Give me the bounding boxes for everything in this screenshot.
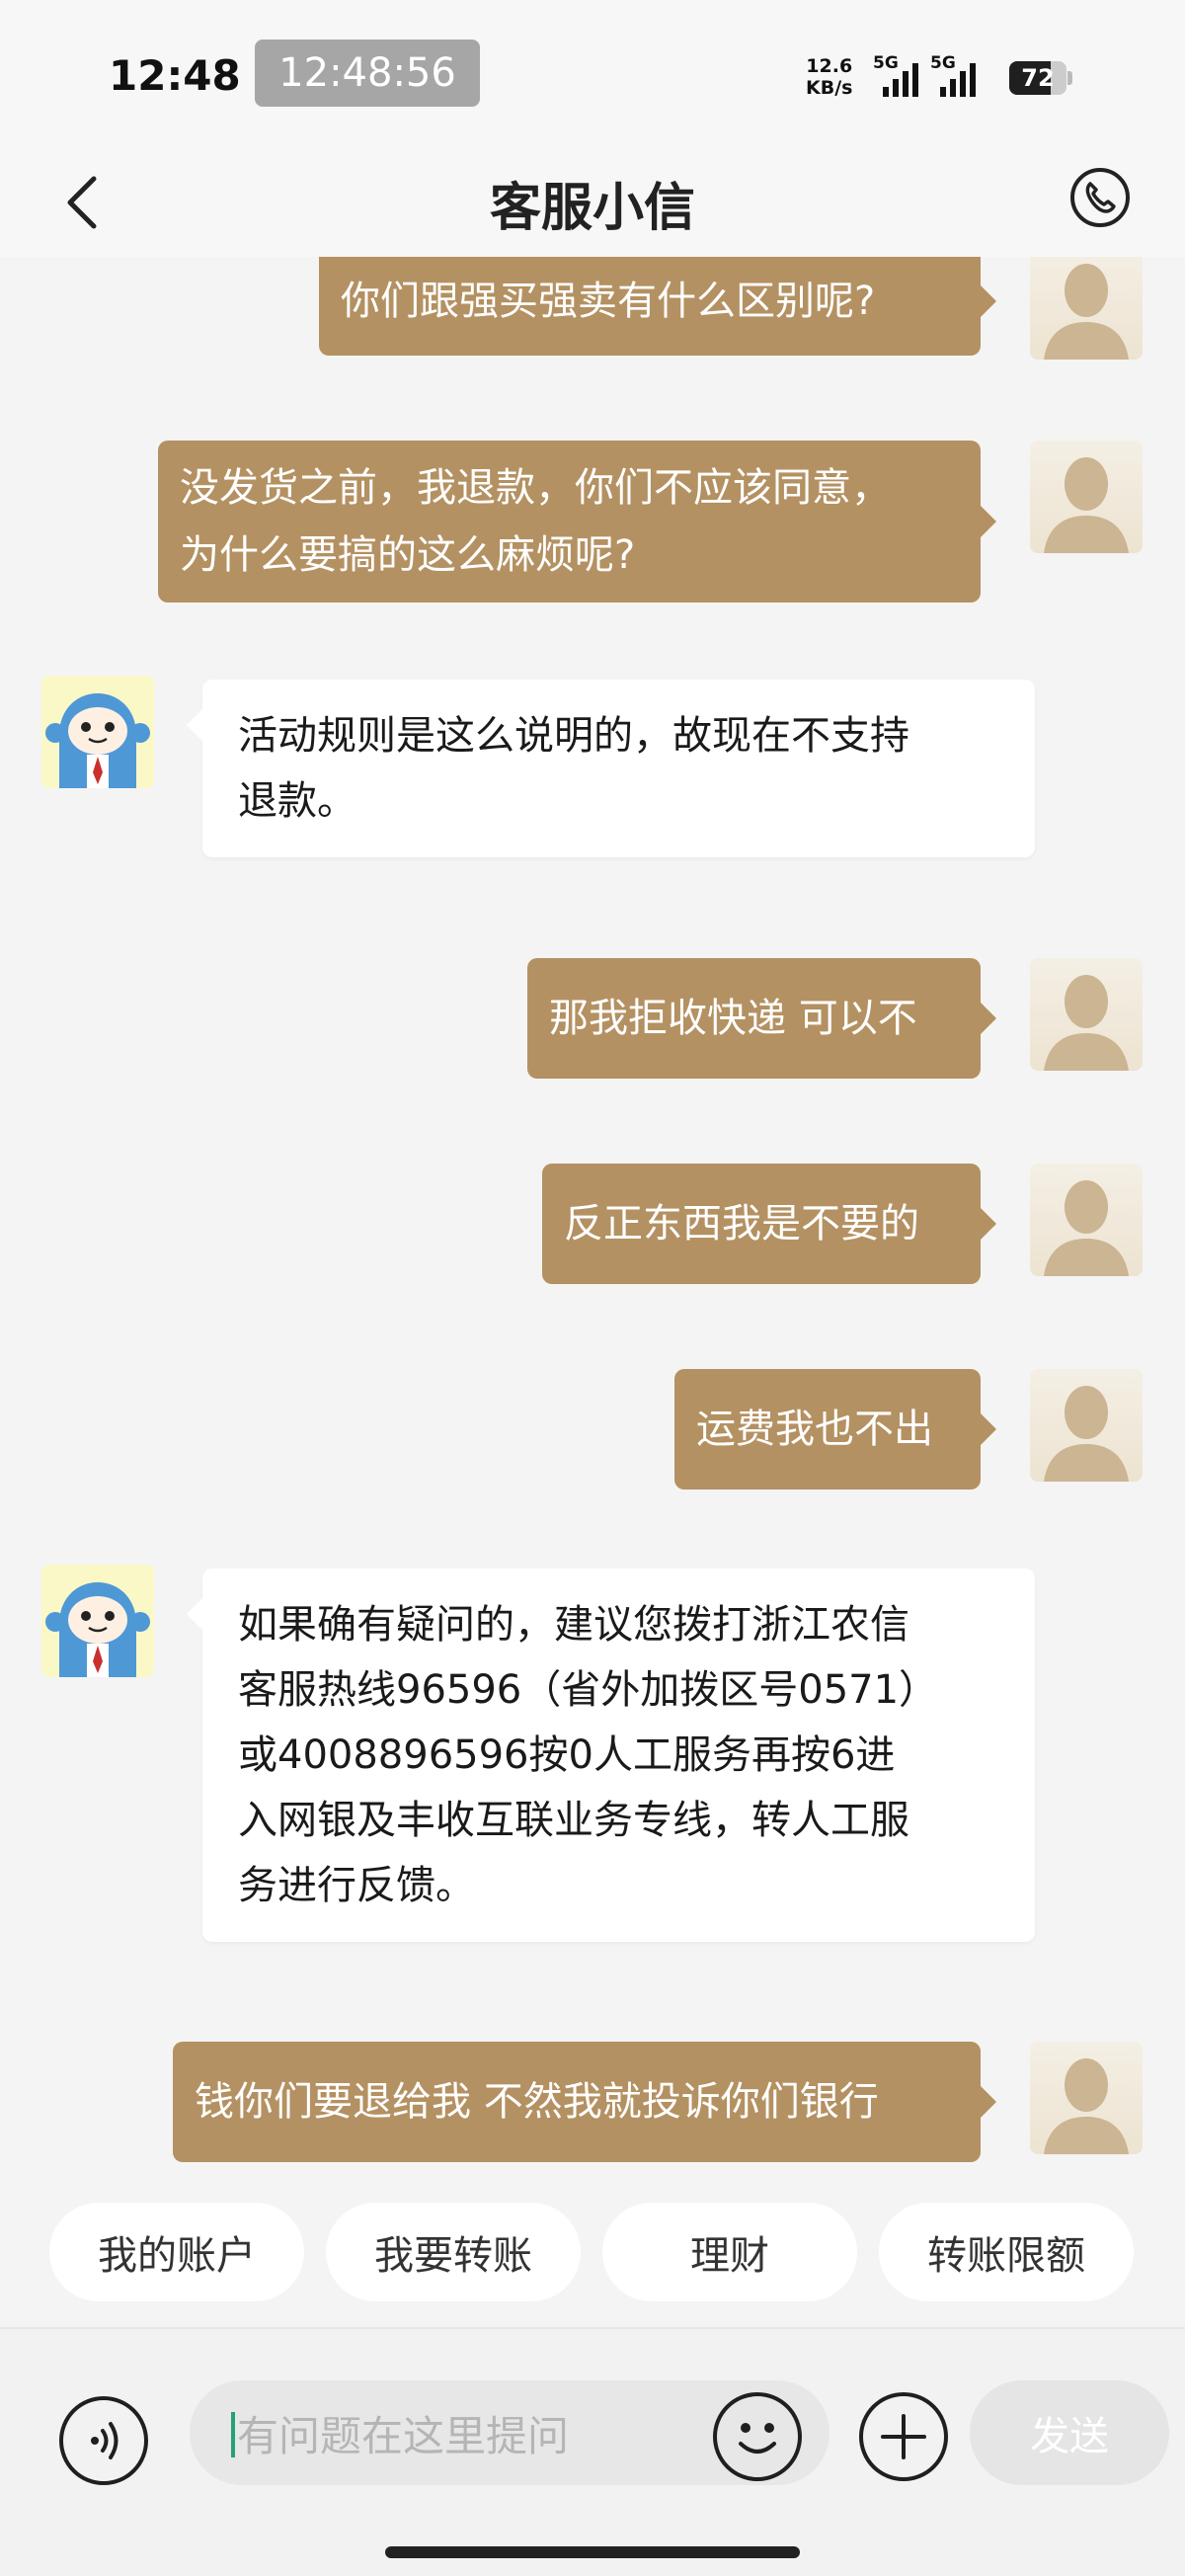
status-time: 12:48 [109, 51, 241, 100]
quick-reply-my-account[interactable]: 我的账户 [49, 2203, 304, 2301]
input-bar: 有问题在这里提问 发送 [0, 2327, 1185, 2576]
user-silhouette-icon [1044, 264, 1129, 360]
text-cursor [231, 2412, 235, 2457]
chat-header: 客服小信 [0, 148, 1185, 257]
message-line: 如果确有疑问的，建议您拨打浙江农信 [238, 1602, 909, 1648]
message-line: 活动规则是这么说明的，故现在不支持 [238, 713, 909, 759]
user-avatar[interactable] [1030, 2042, 1143, 2154]
chat-scroll-area[interactable]: 你们跟强买强卖有什么区别呢? 没发货之前，我退款，你们不应该同意， 为什么要搞的… [0, 257, 1185, 2193]
message-text: 反正东西我是不要的 [564, 1201, 919, 1247]
message-line: 务进行反馈。 [238, 1863, 475, 1908]
voice-icon [91, 2422, 118, 2459]
bot-avatar[interactable] [41, 1565, 154, 1677]
user-message-bubble: 反正东西我是不要的 [542, 1164, 996, 1284]
message-text: 你们跟强买强卖有什么区别呢? [341, 279, 876, 324]
chevron-left-icon [67, 176, 97, 229]
voice-button[interactable] [59, 2396, 148, 2485]
home-indicator[interactable] [385, 2546, 800, 2558]
bot-message-bubble: 活动规则是这么说明的，故现在不支持 退款。 [187, 680, 1035, 857]
message-text: 钱你们要退给我 不然我就投诉你们银行 [195, 2079, 879, 2125]
quick-reply-row: 我的账户 我要转账 理财 转账限额 [0, 2203, 1185, 2305]
user-message-bubble: 钱你们要退给我 不然我就投诉你们银行 [173, 2042, 996, 2162]
user-message-bubble: 那我拒收快递 可以不 [527, 958, 996, 1079]
quick-reply-wealth[interactable]: 理财 [602, 2203, 857, 2301]
page-title: 客服小信 [489, 178, 695, 238]
emoji-button[interactable] [713, 2392, 802, 2481]
bot-avatar[interactable] [41, 676, 154, 788]
message-line: 为什么要搞的这么麻烦呢? [180, 532, 636, 578]
network-speed-unit: KB/s [806, 77, 853, 99]
quick-reply-transfer[interactable]: 我要转账 [326, 2203, 581, 2301]
user-avatar[interactable] [1030, 1369, 1143, 1482]
user-avatar[interactable] [1030, 958, 1143, 1071]
signal-sim2-icon: 5G [930, 53, 980, 97]
back-button[interactable] [49, 170, 115, 235]
user-silhouette-icon [1044, 975, 1129, 1071]
quick-reply-transfer-limit[interactable]: 转账限额 [879, 2203, 1134, 2301]
message-line: 或4008896596按0人工服务再按6进 [238, 1732, 896, 1778]
call-button[interactable] [1068, 166, 1132, 229]
message-line: 退款。 [238, 778, 356, 824]
message-line: 入网银及丰收互联业务专线，转人工服 [238, 1798, 909, 1843]
input-placeholder: 有问题在这里提问 [237, 2411, 570, 2460]
status-bar: 12:48 12:48:56 12.6 KB/s 5G 5G 72 [0, 0, 1185, 148]
user-message-bubble: 运费我也不出 [674, 1369, 996, 1489]
message-text: 运费我也不出 [696, 1407, 933, 1452]
signal-sim1-icon: 5G [873, 53, 922, 97]
timer-chip: 12:48:56 [255, 40, 480, 107]
user-avatar[interactable] [1030, 1164, 1143, 1276]
battery-icon: 72 [1009, 61, 1072, 95]
message-line: 客服热线96596（省外加拨区号0571） [238, 1667, 939, 1713]
battery-level: 72 [1021, 64, 1055, 92]
user-avatar[interactable] [1030, 441, 1143, 553]
network-speed-value: 12.6 [806, 55, 853, 77]
message-line: 没发货之前，我退款，你们不应该同意， [180, 465, 891, 511]
user-message-bubble: 没发货之前，我退款，你们不应该同意， 为什么要搞的这么麻烦呢? [158, 441, 996, 603]
user-silhouette-icon [1044, 2058, 1129, 2154]
bot-message-bubble: 如果确有疑问的，建议您拨打浙江农信 客服热线96596（省外加拨区号0571） … [187, 1569, 1035, 1942]
bot-mascot-icon [41, 676, 154, 788]
plus-icon [881, 2414, 926, 2459]
message-text: 那我拒收快递 可以不 [549, 996, 917, 1041]
network-speed: 12.6 KB/s [806, 55, 852, 99]
phone-icon [1070, 168, 1130, 227]
send-button[interactable]: 发送 [970, 2380, 1169, 2485]
more-options-button[interactable] [859, 2392, 948, 2481]
user-silhouette-icon [1044, 1180, 1129, 1276]
user-message-bubble: 你们跟强买强卖有什么区别呢? [319, 257, 996, 356]
bot-mascot-icon [41, 1565, 154, 1677]
user-avatar[interactable] [1030, 257, 1143, 360]
smiley-icon [739, 2423, 776, 2454]
user-silhouette-icon [1044, 1386, 1129, 1482]
user-silhouette-icon [1044, 457, 1129, 553]
